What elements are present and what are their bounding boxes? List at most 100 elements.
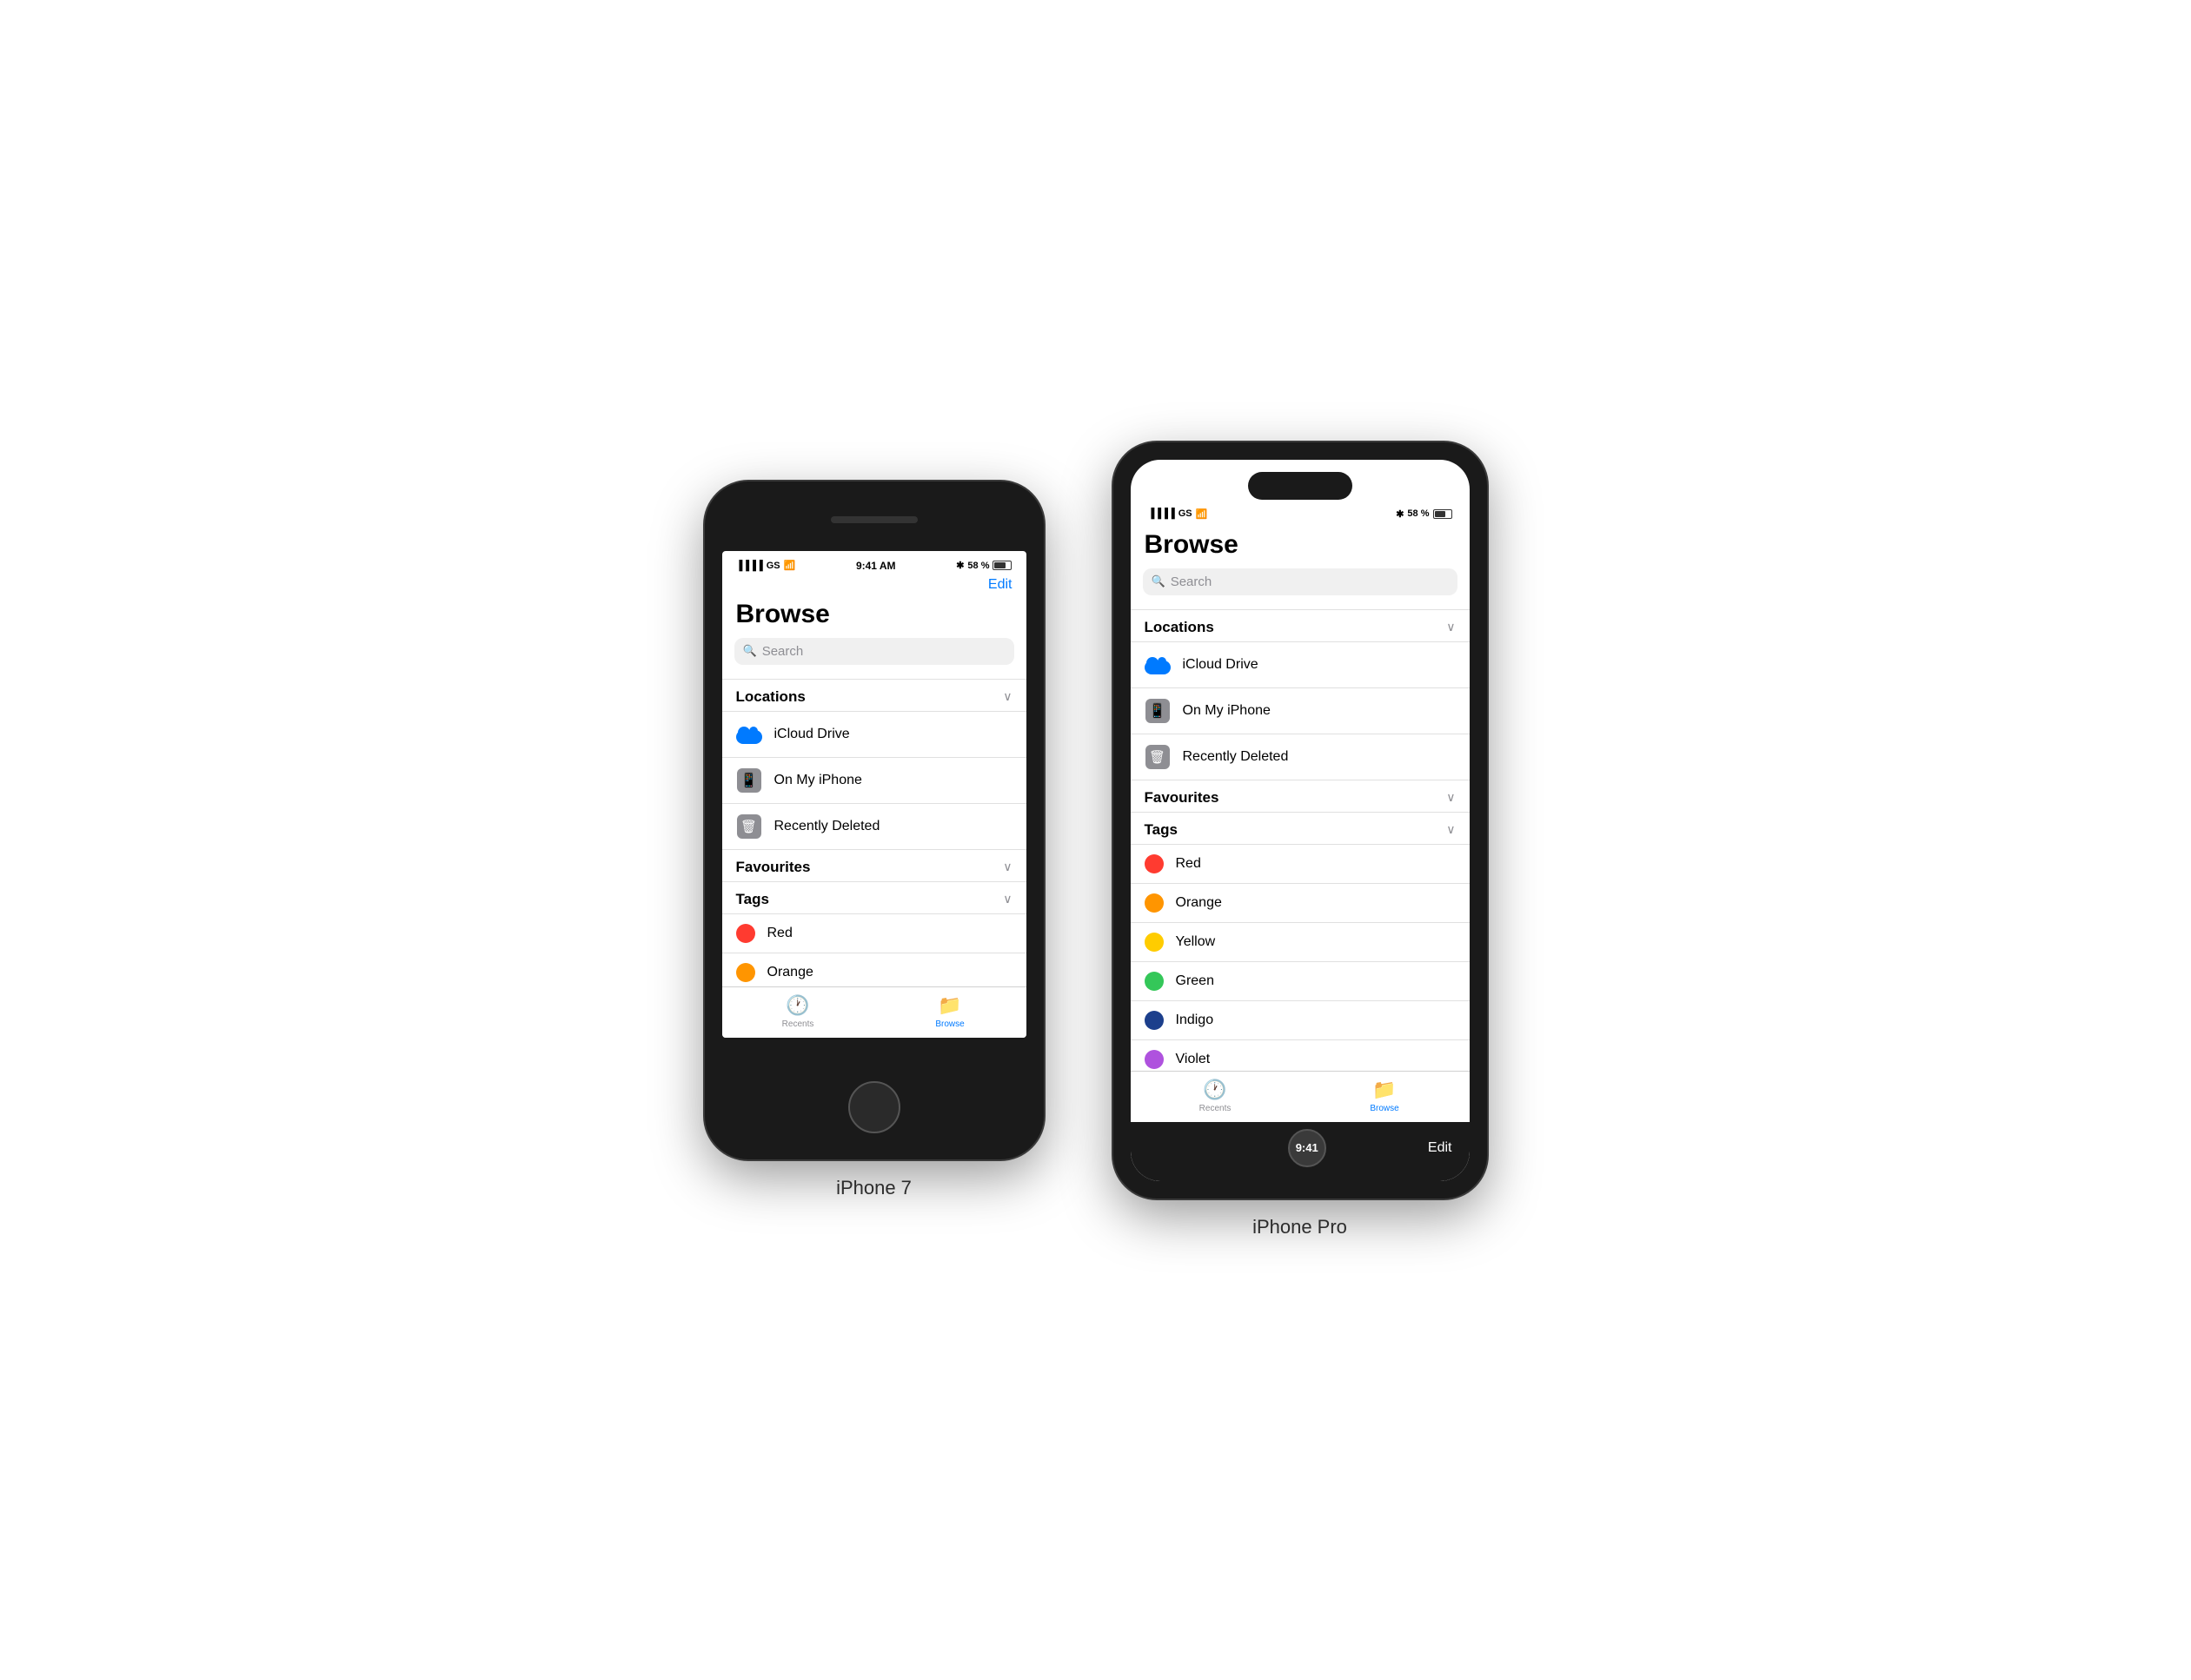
pro-tags-title: Tags: [1145, 821, 1178, 839]
on-my-iphone-item[interactable]: 📱 On My iPhone: [722, 757, 1026, 803]
recently-deleted-item[interactable]: 🗑 Recently Deleted: [722, 803, 1026, 849]
home-button[interactable]: [848, 1081, 900, 1133]
pro-time: 9:41: [1296, 1141, 1318, 1154]
pro-battery-fill: [1435, 511, 1446, 517]
pro-trash-icon-box: 🗑: [1145, 745, 1170, 769]
pro-recently-deleted-label: Recently Deleted: [1183, 749, 1289, 765]
iphone7-wrapper: ▐▐▐▐ GS 📶 9:41 AM ✱ 58 %: [705, 481, 1044, 1199]
favourites-chevron: ∨: [1003, 860, 1012, 874]
pro-time-circle: 9:41: [1288, 1129, 1326, 1167]
pro-indigo-label: Indigo: [1176, 1013, 1214, 1028]
locations-section-header[interactable]: Locations ∨: [722, 679, 1026, 711]
pro-on-my-iphone-item[interactable]: 📱 On My iPhone: [1131, 687, 1470, 734]
pro-red-dot: [1145, 854, 1164, 873]
status-bar: ▐▐▐▐ GS 📶 9:41 AM ✱ 58 %: [722, 551, 1026, 575]
favourites-title: Favourites: [736, 859, 811, 876]
iphone-pro-label: iPhone Pro: [1252, 1216, 1347, 1238]
browse-tab-icon: 📁: [938, 994, 961, 1017]
pro-green-label: Green: [1176, 973, 1214, 989]
phone7-label: iPhone 7: [836, 1177, 912, 1199]
pro-signal: ▐▐▐▐: [1148, 508, 1175, 519]
bluetooth-icon: ✱: [956, 560, 964, 571]
pro-search-bar[interactable]: 🔍 Search: [1143, 568, 1457, 595]
pro-recents-tab-icon: 🕐: [1203, 1079, 1226, 1101]
status-time: 9:41 AM: [856, 560, 896, 572]
pro-phone-icon-box: 📱: [1145, 699, 1170, 723]
iphone7-body: ▐▐▐▐ GS 📶 9:41 AM ✱ 58 %: [705, 481, 1044, 1159]
trash-icon: 🗑: [736, 813, 762, 840]
tags-section-header[interactable]: Tags ∨: [722, 881, 1026, 913]
pro-wifi-icon: 📶: [1196, 508, 1208, 520]
pro-yellow-label: Yellow: [1176, 934, 1216, 950]
pro-green-tag-item[interactable]: Green: [1131, 961, 1470, 1000]
status-right: ✱ 58 %: [956, 560, 1012, 571]
tab-browse[interactable]: 📁 Browse: [874, 994, 1026, 1029]
pro-favourites-chevron: ∨: [1446, 790, 1455, 805]
pro-tab-recents[interactable]: 🕐 Recents: [1131, 1079, 1300, 1113]
pro-recently-deleted-item[interactable]: 🗑 Recently Deleted: [1131, 734, 1470, 780]
pro-favourites-title: Favourites: [1145, 789, 1219, 807]
pro-locations-section-header[interactable]: Locations ∨: [1131, 609, 1470, 641]
speaker: [831, 516, 918, 523]
edit-button[interactable]: Edit: [988, 577, 1013, 593]
red-tag-item[interactable]: Red: [722, 913, 1026, 953]
favourites-section-header[interactable]: Favourites ∨: [722, 849, 1026, 881]
search-placeholder: Search: [762, 644, 804, 659]
pro-bottom-bar: 9:41 Edit: [1131, 1122, 1470, 1181]
pro-status-right: ✱ 58 %: [1396, 508, 1451, 520]
pro-edit-btn[interactable]: Edit: [1428, 1140, 1452, 1156]
browse-tab-label: Browse: [935, 1019, 964, 1029]
pro-browse-tab-label: Browse: [1370, 1104, 1398, 1113]
header-row: Edit: [722, 575, 1026, 596]
locations-chevron: ∨: [1003, 689, 1012, 704]
iphone7-screen: ▐▐▐▐ GS 📶 9:41 AM ✱ 58 %: [722, 551, 1026, 1038]
pro-violet-label: Violet: [1176, 1052, 1211, 1067]
pro-indigo-dot: [1145, 1011, 1164, 1030]
pro-indigo-tag-item[interactable]: Indigo: [1131, 1000, 1470, 1039]
tags-title: Tags: [736, 891, 769, 908]
pro-icloud-label: iCloud Drive: [1183, 657, 1258, 673]
pro-green-dot: [1145, 972, 1164, 991]
pro-tags-section-header[interactable]: Tags ∨: [1131, 812, 1470, 844]
battery-fill: [994, 562, 1006, 568]
carrier: GS: [767, 561, 780, 571]
search-icon: 🔍: [743, 644, 757, 658]
pro-search-placeholder: Search: [1171, 574, 1212, 589]
icloud-drive-item[interactable]: iCloud Drive: [722, 711, 1026, 757]
phone-icon: 📱: [736, 767, 762, 794]
search-bar[interactable]: 🔍 Search: [734, 638, 1014, 665]
tab-recents[interactable]: 🕐 Recents: [722, 994, 874, 1029]
pro-violet-dot: [1145, 1050, 1164, 1069]
app-scroll-content: Locations ∨ iCloud Drive: [722, 679, 1026, 986]
battery-icon: [993, 561, 1012, 570]
pro-red-tag-item[interactable]: Red: [1131, 844, 1470, 883]
orange-tag-item[interactable]: Orange: [722, 953, 1026, 986]
dynamic-island: [1248, 472, 1352, 500]
pro-orange-label: Orange: [1176, 895, 1222, 911]
iphone-pro-wrapper: ▐▐▐▐ GS 📶 ✱ 58 % Browse: [1113, 442, 1487, 1238]
pro-phone-icon: 📱: [1145, 698, 1171, 724]
pro-tab-browse[interactable]: 📁 Browse: [1300, 1079, 1470, 1113]
pro-battery-body: [1433, 509, 1452, 519]
pro-battery-pct: 58 %: [1407, 508, 1429, 519]
pro-search-icon: 🔍: [1152, 574, 1165, 588]
trash-icon-box: 🗑: [737, 814, 761, 839]
pro-red-label: Red: [1176, 856, 1201, 872]
red-dot: [736, 924, 755, 943]
pro-carrier: GS: [1178, 508, 1192, 519]
pro-violet-tag-item[interactable]: Violet: [1131, 1039, 1470, 1071]
pro-orange-dot: [1145, 893, 1164, 913]
pro-yellow-tag-item[interactable]: Yellow: [1131, 922, 1470, 961]
orange-dot: [736, 963, 755, 982]
pro-browse-tab-icon: 📁: [1372, 1079, 1396, 1101]
pro-bluetooth: ✱: [1396, 508, 1404, 520]
pro-favourites-section-header[interactable]: Favourites ∨: [1131, 780, 1470, 812]
pro-icloud-drive-item[interactable]: iCloud Drive: [1131, 641, 1470, 687]
pro-status-left: ▐▐▐▐ GS 📶: [1148, 508, 1208, 520]
pro-trash-icon: 🗑: [1145, 744, 1171, 770]
pro-orange-tag-item[interactable]: Orange: [1131, 883, 1470, 922]
pro-locations-chevron: ∨: [1446, 620, 1455, 634]
pro-tags-chevron: ∨: [1446, 822, 1455, 837]
recents-tab-label: Recents: [782, 1019, 814, 1029]
battery-body: [993, 561, 1012, 570]
